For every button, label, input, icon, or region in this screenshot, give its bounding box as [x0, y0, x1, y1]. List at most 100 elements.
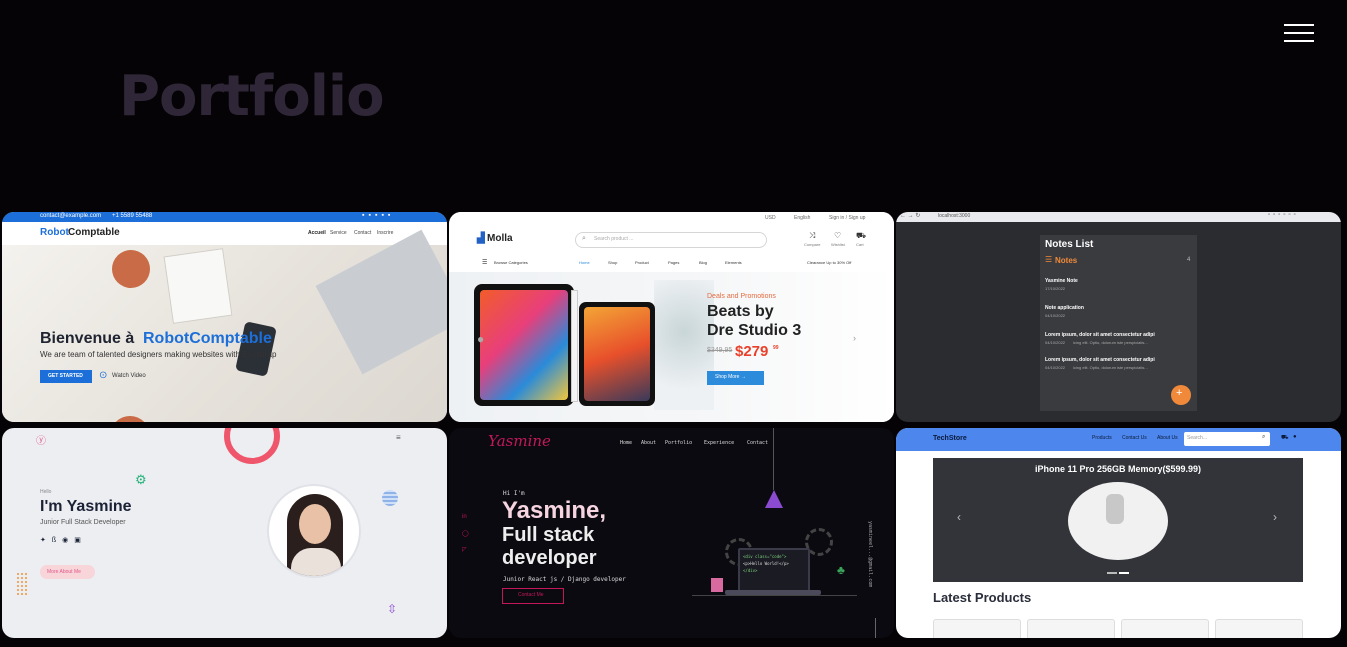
- hero-tag: Deals and Promotions: [707, 293, 776, 300]
- nav-shop[interactable]: Shop: [608, 260, 617, 265]
- search-input[interactable]: Search... ⌕: [1184, 432, 1270, 446]
- browser-extension-icons: ▫▫▫▫▫▫: [1268, 212, 1299, 218]
- hero-background: [2, 245, 447, 422]
- next-arrow-icon[interactable]: ›: [1273, 510, 1277, 524]
- ipad-large-image: [474, 284, 574, 406]
- product-card[interactable]: [933, 619, 1021, 638]
- social-icon-twitter[interactable]: ◸: [462, 546, 467, 553]
- note-item-title[interactable]: Lorem ipsum, dolor sit amet consectetur …: [1045, 357, 1155, 363]
- menu-icon[interactable]: ≡: [396, 433, 401, 442]
- molla-logo: Molla: [487, 233, 513, 244]
- nav-experience[interactable]: Experience: [704, 440, 734, 446]
- plus-icon: +: [1176, 387, 1183, 399]
- decorative-ring: [224, 428, 280, 464]
- nav-inscrire[interactable]: Inscrire: [377, 230, 393, 236]
- latest-products-heading: Latest Products: [933, 590, 1032, 605]
- notes-section: Notes: [1055, 256, 1078, 265]
- cart-icon[interactable]: ⛟: [1281, 434, 1289, 442]
- more-about-me-button[interactable]: More About Me: [40, 565, 95, 579]
- portfolio-card-molla[interactable]: USD English Sign in / Sign up ▟ Molla ⌕ …: [449, 212, 894, 422]
- nav-contact[interactable]: Contact: [747, 440, 768, 446]
- plant-image: [654, 280, 714, 410]
- product-card[interactable]: [1027, 619, 1115, 638]
- topbar-email: contact@example.com: [40, 213, 102, 219]
- nav-products[interactable]: Products: [1092, 435, 1112, 441]
- carousel-indicator[interactable]: [1107, 572, 1117, 574]
- nav-about[interactable]: About: [641, 440, 656, 446]
- hamburger-menu-icon[interactable]: [1284, 24, 1314, 42]
- product-card[interactable]: [1121, 619, 1209, 638]
- nav-about-us[interactable]: About Us: [1157, 435, 1178, 441]
- nav-contact[interactable]: Contact: [354, 230, 371, 236]
- browser-toolbar: ← → ↻ localhost:3000 ▫▫▫▫▫▫: [896, 212, 1341, 222]
- iphone-camera: [1106, 494, 1124, 524]
- shop-more-button[interactable]: Shop More →: [707, 371, 764, 385]
- pencil-image: [571, 290, 578, 402]
- currency-select[interactable]: USD: [765, 215, 776, 221]
- nav-product[interactable]: Product: [635, 260, 649, 265]
- nav-home[interactable]: Home: [620, 440, 632, 446]
- note-item-title[interactable]: Note application: [1045, 305, 1084, 311]
- nav-home[interactable]: Home: [579, 260, 590, 265]
- nav-pages[interactable]: Pages: [668, 260, 679, 265]
- hero-title-line2: Dre Studio 3: [707, 322, 802, 339]
- shop-more-label: Shop More →: [715, 374, 746, 380]
- gear-icon: ⚙: [135, 472, 147, 487]
- scroll-arrows-icon[interactable]: ⇳: [387, 602, 397, 616]
- decorative-dots: [16, 572, 28, 596]
- code-line: <div class="code">: [743, 554, 787, 559]
- browse-categories[interactable]: Browse Categories: [494, 260, 528, 265]
- compare-label: Compare: [804, 242, 821, 247]
- language-select[interactable]: English: [794, 215, 810, 221]
- product-card[interactable]: [1215, 619, 1303, 638]
- portfolio-card-yasmine-light[interactable]: ⓨ ≡ ⚙ Hello I'm Yasmine Junior Full Stac…: [2, 428, 447, 638]
- vertical-email[interactable]: yasmineel...@gmail.com: [867, 521, 873, 587]
- next-arrow-icon[interactable]: ›: [853, 333, 856, 343]
- menu-bar-middle: [1284, 32, 1314, 34]
- social-icons[interactable]: ✦ß◉▣: [40, 536, 87, 544]
- url-bar[interactable]: localhost:3000: [938, 213, 970, 219]
- contact-me-label: Contact Me: [518, 592, 544, 598]
- social-icon-linkedin[interactable]: in: [462, 514, 467, 520]
- portfolio-card-robotcomptable[interactable]: contact@example.com +1 5589 55488 ▪▪▪▪▪ …: [2, 212, 447, 422]
- notes-title: Notes List: [1045, 239, 1094, 250]
- prev-arrow-icon[interactable]: ●: [477, 332, 484, 346]
- add-note-button[interactable]: +: [1171, 385, 1191, 405]
- carousel-indicator-active[interactable]: [1119, 572, 1129, 574]
- social-icon-github[interactable]: ◯: [462, 530, 469, 537]
- notes-list-icon: ☰: [1045, 255, 1053, 264]
- page-title: Portfolio: [119, 64, 385, 129]
- hero-line2: Full stack: [502, 524, 595, 546]
- portfolio-card-techstore[interactable]: TechStore Products Contact Us About Us S…: [896, 428, 1341, 638]
- mug-icon: [711, 578, 723, 592]
- nav-portfolio[interactable]: Portfolio: [665, 440, 692, 446]
- nav-service[interactable]: Service: [330, 230, 347, 236]
- search-input[interactable]: ⌕ Search product ...: [575, 232, 767, 248]
- menu-bar-bottom: [1284, 40, 1314, 42]
- nav-accueil[interactable]: Accueil: [308, 230, 326, 236]
- nav-elements[interactable]: Elements: [725, 260, 742, 265]
- search-placeholder: Search...: [1187, 435, 1208, 441]
- portfolio-card-notes[interactable]: ← → ↻ localhost:3000 ▫▫▫▫▫▫ Notes List ☰…: [896, 212, 1341, 422]
- yasmine-logo: Yasmine: [488, 432, 551, 450]
- avatar-face: [299, 504, 331, 544]
- note-item-body: icing elit. Optio, dolorum iste perspici…: [1073, 365, 1148, 370]
- cart-icon[interactable]: ⛟: [856, 231, 866, 241]
- compare-icon[interactable]: ⤨: [809, 231, 815, 241]
- store-header: USD English Sign in / Sign up ▟ Molla ⌕ …: [449, 212, 894, 273]
- user-icon[interactable]: ●: [1293, 434, 1297, 440]
- hamburger-icon[interactable]: ☰: [482, 259, 487, 266]
- note-item-date: 04/10/2022: [1045, 365, 1066, 370]
- note-item-date: 04/10/2022: [1045, 340, 1066, 345]
- contact-me-button[interactable]: Contact Me: [502, 588, 564, 604]
- nav-contact-us[interactable]: Contact Us: [1122, 435, 1147, 441]
- portfolio-card-yasmine-dark[interactable]: Yasmine Home About Portfolio Experience …: [449, 428, 894, 638]
- signin-link[interactable]: Sign in / Sign up: [829, 215, 865, 221]
- hero-role: Junior Full Stack Developer: [40, 519, 126, 526]
- plant-icon: ♣: [837, 563, 845, 577]
- nav-blog[interactable]: Blog: [699, 260, 707, 265]
- note-item-title[interactable]: Lorem ipsum, dolor sit amet consectetur …: [1045, 332, 1155, 338]
- prev-arrow-icon[interactable]: ‹: [957, 510, 961, 524]
- wishlist-icon[interactable]: ♡: [834, 231, 841, 240]
- note-item-title[interactable]: Yasmine Note: [1045, 278, 1078, 284]
